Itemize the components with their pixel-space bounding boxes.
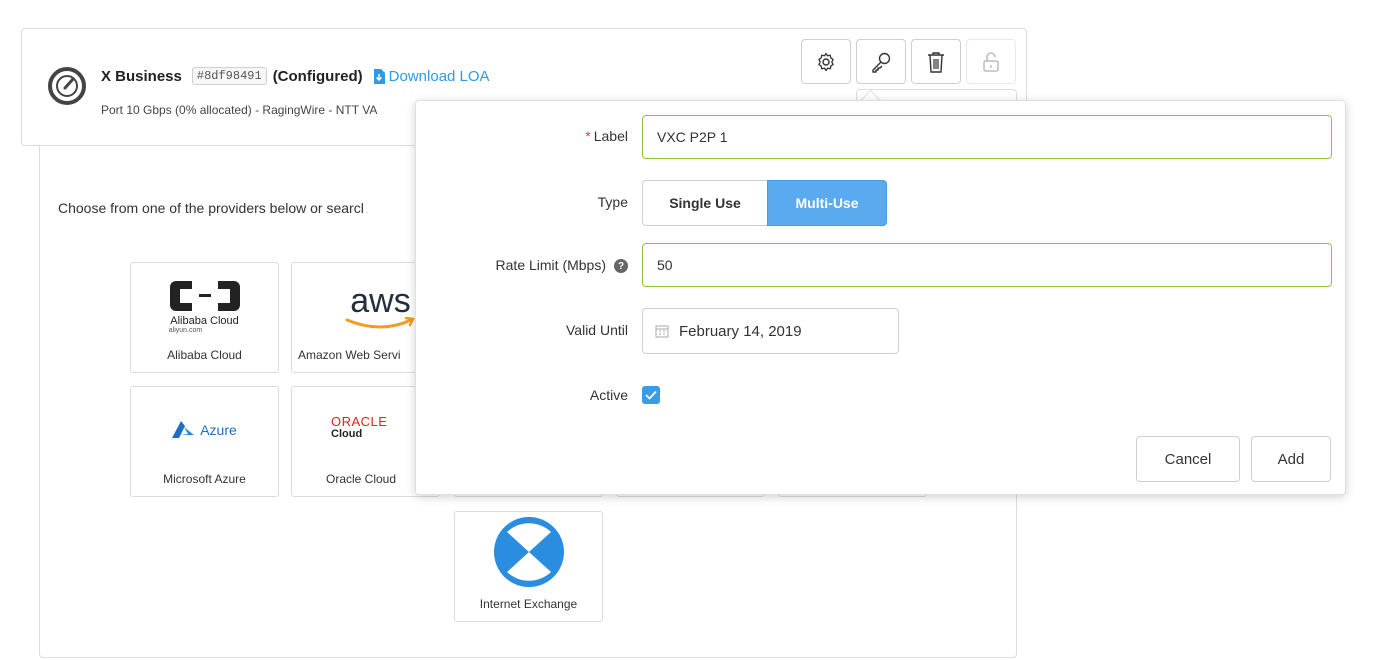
active-checkbox[interactable] <box>642 386 660 404</box>
aws-logo-text: aws <box>350 282 411 320</box>
help-icon[interactable]: ? <box>614 259 628 274</box>
provider-tile-azure[interactable]: Azure Microsoft Azure <box>130 386 279 497</box>
rate-limit-value: 50 <box>657 257 673 273</box>
label-input-value: VXC P2P 1 <box>657 129 728 145</box>
oracle-logo-text: ORACLE <box>331 413 388 429</box>
rate-limit-input[interactable]: 50 <box>642 243 1332 287</box>
provider-tile-label: Internet Exchange <box>479 597 578 611</box>
port-title: X Business #8df98491 (Configured) Downlo… <box>101 67 490 85</box>
port-name: X Business <box>101 67 182 85</box>
oracle-logo-subtext: Cloud <box>331 427 363 440</box>
required-mark: * <box>585 128 591 144</box>
delete-button[interactable] <box>911 39 961 84</box>
lock-button[interactable] <box>966 39 1016 84</box>
download-loa-label: Download LOA <box>388 67 490 85</box>
provider-tile-alibaba[interactable]: Alibaba Cloud aliyun.com Alibaba Cloud <box>130 262 279 373</box>
label-field-text: Label <box>593 128 628 144</box>
alibaba-logo-text: Alibaba Cloud <box>170 315 239 327</box>
lock-icon <box>983 51 999 72</box>
azure-logo: Azure <box>131 405 278 455</box>
type-segmented-control: Single Use Multi-Use <box>642 180 887 226</box>
key-icon <box>872 52 891 73</box>
valid-until-value: February 14, 2019 <box>679 322 802 340</box>
type-multi-use-button[interactable]: Multi-Use <box>767 180 887 226</box>
speedometer-icon <box>48 67 86 105</box>
valid-until-date-picker[interactable]: February 14, 2019 <box>642 308 899 354</box>
internet-exchange-logo <box>455 517 602 587</box>
alibaba-logo: Alibaba Cloud aliyun.com <box>131 277 278 337</box>
gear-icon <box>818 52 834 71</box>
type-label: Type <box>597 194 628 210</box>
active-label: Active <box>589 387 628 403</box>
settings-button[interactable] <box>801 39 851 84</box>
label-field-label: * Label <box>585 128 628 144</box>
cancel-button[interactable]: Cancel <box>1136 436 1240 482</box>
vxc-key-form-popover: * Label VXC P2P 1 Type Single Use Multi-U… <box>415 100 1346 495</box>
label-input[interactable]: VXC P2P 1 <box>642 115 1332 159</box>
provider-tile-label: Alibaba Cloud <box>167 348 242 362</box>
provider-tile-internet-exchange[interactable]: Internet Exchange <box>454 511 603 622</box>
port-status: (Configured) <box>272 67 363 85</box>
calendar-icon <box>655 325 669 338</box>
checkmark-icon <box>645 390 657 400</box>
add-button[interactable]: Add <box>1251 436 1331 482</box>
port-details: Port 10 Gbps (0% allocated) - RagingWire… <box>101 103 378 117</box>
provider-prompt: Choose from one of the providers below o… <box>58 200 364 216</box>
provider-tile-label: Microsoft Azure <box>163 472 246 486</box>
document-download-icon <box>373 68 385 84</box>
valid-until-label: Valid Until <box>566 322 628 338</box>
rate-limit-label: Rate Limit (Mbps)? <box>495 257 628 274</box>
trash-icon <box>928 51 944 73</box>
key-button[interactable] <box>856 39 906 84</box>
alibaba-logo-subtext: aliyun.com <box>168 327 203 334</box>
port-uid-badge: #8df98491 <box>191 67 267 85</box>
download-loa-link[interactable]: Download LOA <box>373 68 490 85</box>
type-single-use-button[interactable]: Single Use <box>642 180 767 226</box>
rate-limit-label-text: Rate Limit (Mbps) <box>495 257 606 273</box>
azure-logo-text: Azure <box>200 422 237 438</box>
